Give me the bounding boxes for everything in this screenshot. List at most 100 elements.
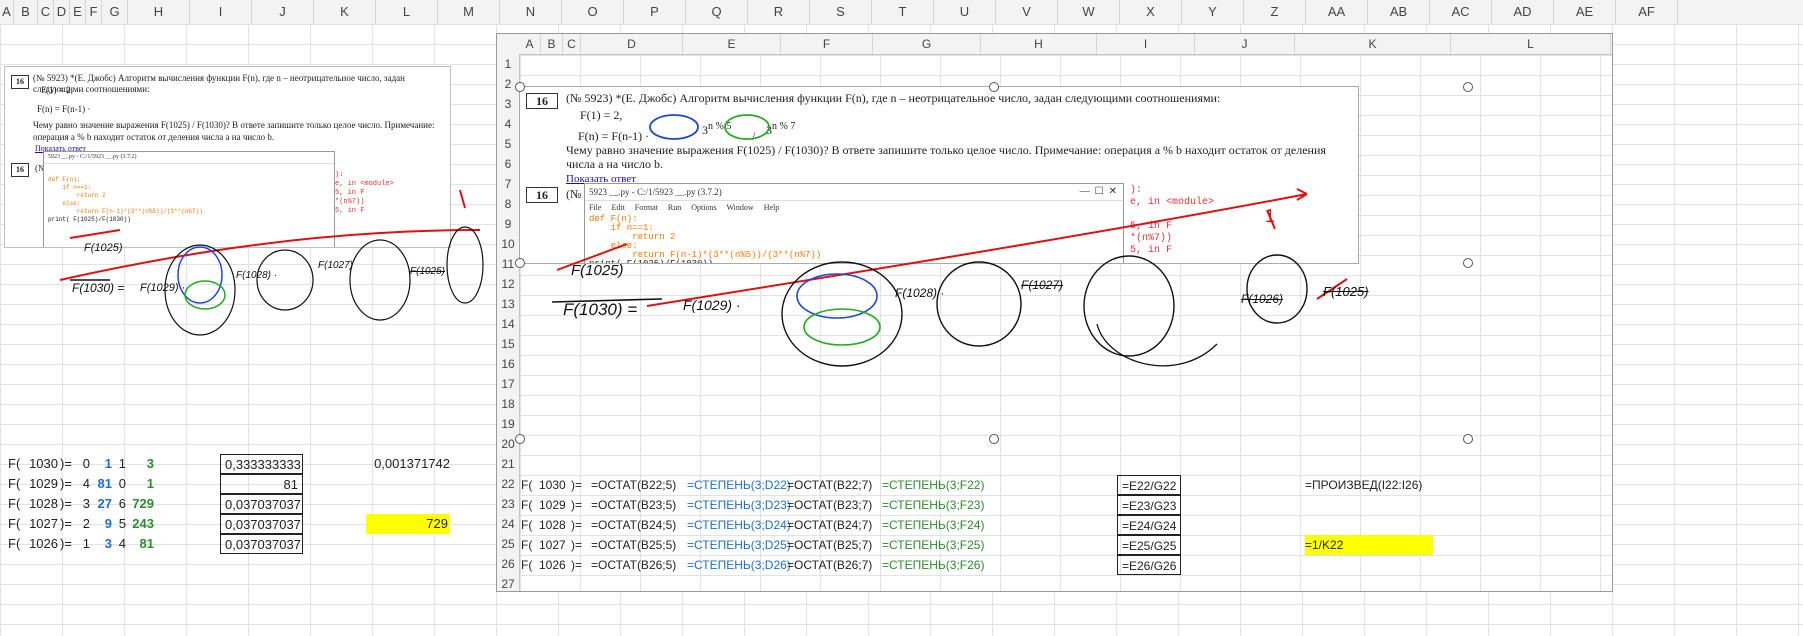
column-header-q[interactable]: Q bbox=[686, 0, 748, 24]
fcell-mod7[interactable]: =ОСТАТ(B23;7) bbox=[787, 495, 872, 515]
fcell-ratio[interactable]: =E23/G23 bbox=[1117, 495, 1181, 515]
cell-mod7[interactable]: 5 bbox=[114, 514, 126, 534]
column-header-t[interactable]: T bbox=[872, 0, 934, 24]
fcell-mod7[interactable]: =ОСТАТ(B25;7) bbox=[787, 535, 872, 555]
cell-mod7[interactable]: 6 bbox=[114, 494, 126, 514]
cell-close[interactable]: )= bbox=[60, 534, 72, 554]
cell-n[interactable]: 1028 bbox=[24, 494, 58, 514]
fcell-f[interactable]: F( bbox=[521, 475, 532, 495]
resize-handle[interactable] bbox=[515, 258, 525, 268]
column-header-e[interactable]: E bbox=[70, 0, 86, 24]
cell-mod5[interactable]: 3 bbox=[76, 494, 90, 514]
cell-n[interactable]: 1026 bbox=[24, 534, 58, 554]
fcell-mod5[interactable]: =ОСТАТ(B23;5) bbox=[591, 495, 676, 515]
fcell-pow7[interactable]: =СТЕПЕНЬ(3;F26) bbox=[882, 555, 984, 575]
fcell-mod7[interactable]: =ОСТАТ(B22;7) bbox=[787, 475, 872, 495]
cell-close[interactable]: )= bbox=[60, 454, 72, 474]
column-header-u[interactable]: U bbox=[934, 0, 996, 24]
resize-handle[interactable] bbox=[1463, 82, 1473, 92]
fcell-n[interactable]: 1028 bbox=[539, 515, 566, 535]
column-header-i[interactable]: I bbox=[190, 0, 252, 24]
cell-mod7[interactable]: 0 bbox=[114, 474, 126, 494]
column-header-c[interactable]: C bbox=[38, 0, 54, 24]
column-header-ad[interactable]: AD bbox=[1492, 0, 1554, 24]
fcell-n[interactable]: 1027 bbox=[539, 535, 566, 555]
fcell-pow7[interactable]: =СТЕПЕНЬ(3;F25) bbox=[882, 535, 984, 555]
column-header-s[interactable]: S bbox=[810, 0, 872, 24]
fcell-pow7[interactable]: =СТЕПЕНЬ(3;F22) bbox=[882, 475, 984, 495]
column-header-g[interactable]: G bbox=[102, 0, 128, 24]
fcell-ratio[interactable]: =E26/G26 bbox=[1117, 555, 1181, 575]
cell-ratio[interactable]: 0,037037037 bbox=[220, 534, 303, 554]
column-header-aa[interactable]: AA bbox=[1306, 0, 1368, 24]
column-header-z[interactable]: Z bbox=[1244, 0, 1306, 24]
fcell-close[interactable]: )= bbox=[571, 535, 582, 555]
fcell-f[interactable]: F( bbox=[521, 495, 532, 515]
cell-product[interactable]: 0,001371742 bbox=[366, 454, 450, 474]
fcell-f[interactable]: F( bbox=[521, 555, 532, 575]
fcell-f[interactable]: F( bbox=[521, 535, 532, 555]
fcell-pow5[interactable]: =СТЕПЕНЬ(3;D22) bbox=[687, 475, 791, 495]
cell-pow7[interactable]: 3 bbox=[128, 454, 154, 474]
fcell-mod5[interactable]: =ОСТАТ(B22;5) bbox=[591, 475, 676, 495]
cell-ratio[interactable]: 0,037037037 bbox=[220, 514, 303, 534]
cell-answer[interactable]: 729 bbox=[366, 514, 450, 534]
column-header-r[interactable]: R bbox=[748, 0, 810, 24]
column-header-af[interactable]: AF bbox=[1616, 0, 1678, 24]
cell-mod5[interactable]: 2 bbox=[76, 514, 90, 534]
fcell-pow5[interactable]: =СТЕПЕНЬ(3;D23) bbox=[687, 495, 791, 515]
fcell-n[interactable]: 1029 bbox=[539, 495, 566, 515]
fcell-pow5[interactable]: =СТЕПЕНЬ(3;D25) bbox=[687, 535, 791, 555]
column-header-n[interactable]: N bbox=[500, 0, 562, 24]
cell-pow5[interactable]: 27 bbox=[94, 494, 112, 514]
fcell-mod7[interactable]: =ОСТАТ(B26;7) bbox=[787, 555, 872, 575]
fcell-mod5[interactable]: =ОСТАТ(B26;5) bbox=[591, 555, 676, 575]
column-header-v[interactable]: V bbox=[996, 0, 1058, 24]
column-header-l[interactable]: L bbox=[376, 0, 438, 24]
fcell-ratio[interactable]: =E25/G25 bbox=[1117, 535, 1181, 555]
column-header-ae[interactable]: AE bbox=[1554, 0, 1616, 24]
column-header-p[interactable]: P bbox=[624, 0, 686, 24]
fcell-mod5[interactable]: =ОСТАТ(B25;5) bbox=[591, 535, 676, 555]
embedded-sheet[interactable]: ABCDEFGHIJKL 1 2 3 4 5 6 7 8 9 10 11 12 13 14 15 16 17 18… bbox=[496, 33, 1613, 592]
column-header-y[interactable]: Y bbox=[1182, 0, 1244, 24]
cell-close[interactable]: )= bbox=[60, 514, 72, 534]
fcell-pow5[interactable]: =СТЕПЕНЬ(3;D26) bbox=[687, 555, 791, 575]
column-header-a[interactable]: A bbox=[0, 0, 14, 24]
cell-n[interactable]: 1027 bbox=[24, 514, 58, 534]
cell-pow7[interactable]: 243 bbox=[128, 514, 154, 534]
resize-handle[interactable] bbox=[515, 82, 525, 92]
fcell-close[interactable]: )= bbox=[571, 475, 582, 495]
column-header-f[interactable]: F bbox=[86, 0, 102, 24]
resize-handle[interactable] bbox=[989, 434, 999, 444]
fcell-mod5[interactable]: =ОСТАТ(B24;5) bbox=[591, 515, 676, 535]
column-header-b[interactable]: B bbox=[14, 0, 38, 24]
resize-handle[interactable] bbox=[1463, 434, 1473, 444]
fcell-n[interactable]: 1030 bbox=[539, 475, 566, 495]
cell-pow5[interactable]: 3 bbox=[94, 534, 112, 554]
cell-pow7[interactable]: 1 bbox=[128, 474, 154, 494]
fcell-pow7[interactable]: =СТЕПЕНЬ(3;F23) bbox=[882, 495, 984, 515]
column-header-j[interactable]: J bbox=[252, 0, 314, 24]
cell-ratio[interactable]: 0,333333333 bbox=[220, 454, 303, 474]
cell-close[interactable]: )= bbox=[60, 494, 72, 514]
cell-pow5[interactable]: 81 bbox=[94, 474, 112, 494]
cell-pow7[interactable]: 81 bbox=[128, 534, 154, 554]
resize-handle[interactable] bbox=[1463, 258, 1473, 268]
column-header-k[interactable]: K bbox=[314, 0, 376, 24]
column-header-o[interactable]: O bbox=[562, 0, 624, 24]
column-header-d[interactable]: D bbox=[54, 0, 70, 24]
fcell-ratio[interactable]: =E24/G24 bbox=[1117, 515, 1181, 535]
fcell-f[interactable]: F( bbox=[521, 515, 532, 535]
fcell-pow5[interactable]: =СТЕПЕНЬ(3;D24) bbox=[687, 515, 791, 535]
cell-ratio[interactable]: 0,037037037 bbox=[220, 494, 303, 514]
fcell-ratio[interactable]: =E22/G22 bbox=[1117, 475, 1181, 495]
cell-mod7[interactable]: 1 bbox=[114, 454, 126, 474]
cell-n[interactable]: 1030 bbox=[24, 454, 58, 474]
cell-f[interactable]: F( bbox=[8, 494, 20, 514]
cell-f[interactable]: F( bbox=[8, 454, 20, 474]
column-header-ac[interactable]: AC bbox=[1430, 0, 1492, 24]
cell-n[interactable]: 1029 bbox=[24, 474, 58, 494]
cell-pow5[interactable]: 9 bbox=[94, 514, 112, 534]
cell-f[interactable]: F( bbox=[8, 514, 20, 534]
